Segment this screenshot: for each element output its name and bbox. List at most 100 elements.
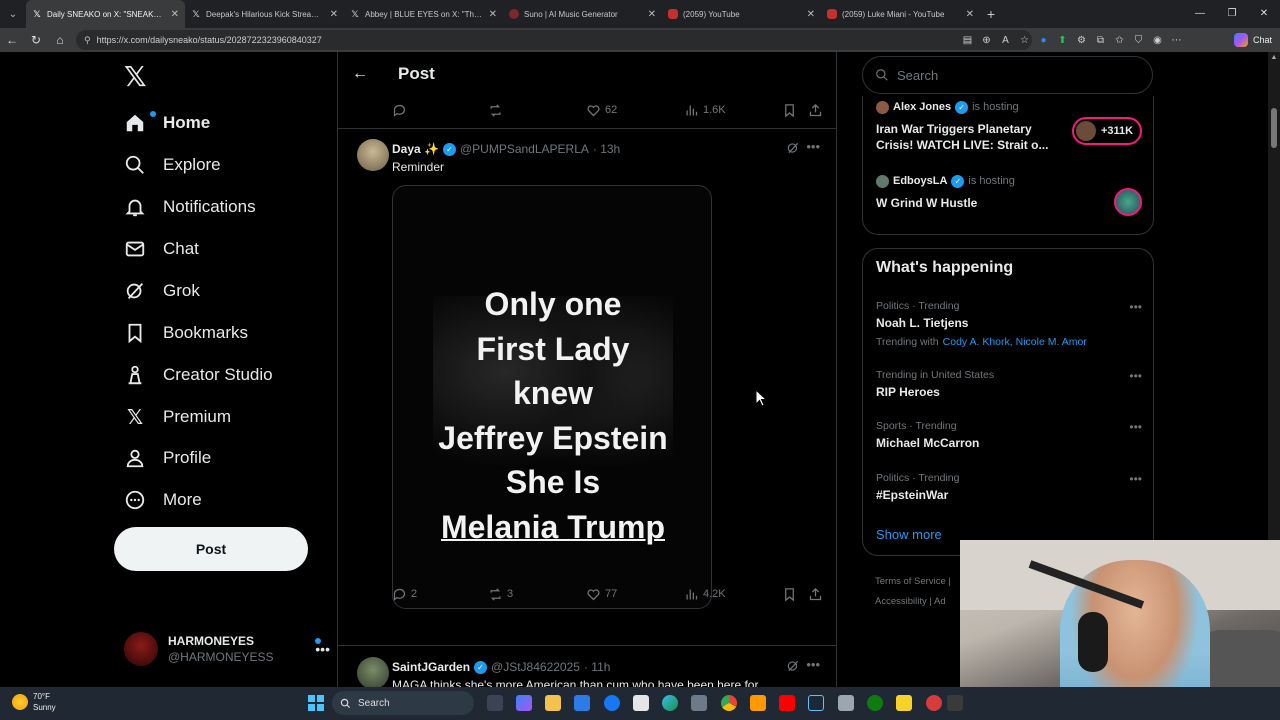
nav-item-profile[interactable]: Profile — [124, 443, 211, 473]
zoom-icon[interactable]: ⊕ — [977, 35, 996, 46]
youtube-icon[interactable] — [779, 695, 795, 711]
share-button[interactable] — [808, 584, 827, 604]
trend-item[interactable]: Politics · Trending #EpsteinWar ••• — [876, 472, 1142, 502]
browser-tab[interactable]: (2059) YouTube ✕ — [662, 0, 821, 28]
minimize-icon[interactable]: — — [1184, 0, 1216, 28]
taskbar-search[interactable]: Search — [332, 691, 474, 715]
back-arrow-icon[interactable]: ← — [352, 65, 372, 83]
reply-button[interactable]: 2 — [392, 584, 417, 604]
avatar[interactable] — [357, 139, 389, 171]
avatar[interactable] — [357, 657, 389, 687]
nav-item-bookmarks[interactable]: Bookmarks — [124, 318, 248, 348]
reader-icon[interactable]: ▤ — [958, 35, 977, 46]
calculator-icon[interactable] — [691, 695, 707, 711]
windows-start-icon[interactable] — [308, 695, 324, 711]
url-field[interactable]: ⚲ https://x.com/dailysneako/status/20287… — [76, 30, 1032, 50]
browser-tab[interactable]: 𝕏 Deepak's Hilarious Kick Streaming ✕ — [185, 0, 344, 28]
restore-icon[interactable]: ❐ — [1216, 0, 1248, 28]
close-icon[interactable]: ✕ — [807, 9, 815, 20]
scrollbar-thumb[interactable] — [1271, 108, 1277, 148]
grok-icon[interactable] — [786, 659, 800, 673]
browser-tab[interactable]: Suno | AI Music Generator ✕ — [503, 0, 662, 28]
nav-item-grok[interactable]: Grok — [124, 276, 200, 306]
refresh-icon[interactable]: ↻ — [24, 33, 48, 47]
nav-item-premium[interactable]: 𝕏 Premium — [124, 402, 231, 432]
sticky-notes-icon[interactable] — [896, 695, 912, 711]
edge-icon[interactable] — [662, 695, 678, 711]
more-icon[interactable]: ••• — [1129, 300, 1142, 314]
close-icon[interactable]: ✕ — [648, 9, 656, 20]
reply-button[interactable] — [392, 100, 411, 120]
nav-item-chat[interactable]: Chat — [124, 234, 199, 264]
more-icon[interactable]: ••• — [1129, 420, 1142, 434]
favorite-icon[interactable]: ☆ — [1015, 35, 1034, 46]
more-icon[interactable]: ••• — [1129, 369, 1142, 383]
chrome-icon[interactable] — [721, 695, 737, 711]
share-button[interactable] — [808, 100, 827, 120]
nav-item-explore[interactable]: Explore — [124, 150, 221, 180]
amazon-icon[interactable] — [633, 695, 649, 711]
split-screen-icon[interactable]: ⧉ — [1091, 35, 1110, 46]
nav-item-more[interactable]: More — [124, 485, 202, 515]
scroll-up-icon[interactable]: ▲ — [1270, 54, 1278, 61]
trend-item[interactable]: Trending in United States RIP Heroes ••• — [876, 369, 1142, 399]
settings-more-icon[interactable]: ⋯ — [1167, 35, 1186, 46]
favorites-bar-icon[interactable]: ✩ — [1110, 35, 1129, 46]
app-icon[interactable] — [947, 695, 963, 711]
extension-icon[interactable]: ⬆ — [1053, 35, 1072, 46]
author-handle[interactable]: @JStJ84622025 — [491, 660, 580, 674]
close-window-icon[interactable]: ✕ — [1248, 0, 1280, 28]
profile-icon[interactable]: ◉ — [1148, 35, 1167, 46]
browser-tab[interactable]: 𝕏 Abbey | BLUE EYES on X: "The Pizz ✕ — [344, 0, 503, 28]
tweet-image[interactable]: Only one First Lady knew Jeffrey Epstein… — [392, 185, 712, 609]
account-switcher[interactable]: HARMONEYES @HARMONEYESS ••• — [124, 630, 334, 668]
views-button[interactable]: 4.2K — [684, 584, 726, 604]
show-more-link[interactable]: Show more — [876, 527, 942, 542]
extension-icon[interactable]: ● — [1034, 35, 1053, 46]
nav-item-notifications[interactable]: Notifications — [124, 192, 256, 222]
new-tab-icon[interactable]: + — [980, 6, 1002, 22]
settings-icon[interactable] — [838, 695, 854, 711]
space-item[interactable]: Alex Jones ✓ is hosting Iran War Trigger… — [876, 100, 1142, 153]
related-trend-link[interactable]: Cody A. Khork, Nicole M. Amor — [943, 336, 1087, 348]
author-name[interactable]: SaintJGarden — [392, 660, 470, 674]
author-name[interactable]: Daya ✨ — [392, 142, 439, 156]
weather-widget[interactable]: 70°F Sunny — [12, 691, 56, 713]
task-view-icon[interactable] — [487, 695, 503, 711]
space-item[interactable]: EdboysLA ✓ is hosting W Grind W Hustle — [876, 174, 1142, 216]
author-handle[interactable]: @PUMPSandLAPERLA — [460, 142, 589, 156]
post-button[interactable]: Post — [114, 527, 308, 571]
bookmark-button[interactable] — [782, 584, 801, 604]
more-icon[interactable]: ••• — [1129, 472, 1142, 486]
like-button[interactable]: 77 — [586, 584, 617, 604]
trend-item[interactable]: Politics · Trending Noah L. Tietjens Tre… — [876, 300, 1142, 348]
more-icon[interactable]: ••• — [806, 139, 820, 154]
ads-link[interactable]: Ad — [934, 596, 946, 607]
grok-icon[interactable] — [786, 141, 800, 155]
site-info-icon[interactable]: ⚲ — [84, 35, 91, 46]
browser-tab[interactable]: 𝕏 Daily SNEAKO on X: "SNEAKO says ✕ — [26, 0, 185, 28]
nav-item-creator-studio[interactable]: Creator Studio — [124, 360, 273, 390]
search-input[interactable]: Search — [862, 56, 1153, 94]
x-logo-icon[interactable]: 𝕏 — [124, 62, 150, 92]
tweet-time[interactable]: · 13h — [593, 142, 620, 156]
copilot-icon[interactable] — [516, 695, 532, 711]
more-icon[interactable]: ••• — [806, 657, 820, 672]
bookmark-button[interactable] — [782, 100, 801, 120]
back-icon[interactable]: ← — [0, 33, 24, 47]
xbox-icon[interactable] — [867, 695, 883, 711]
repost-button[interactable]: 3 — [488, 584, 513, 604]
facebook-icon[interactable] — [604, 695, 620, 711]
browser-tab[interactable]: (2059) Luke Miani - YouTube ✕ — [821, 0, 980, 28]
nav-item-home[interactable]: Home — [124, 108, 210, 138]
amazon-app-icon[interactable] — [750, 695, 766, 711]
steam-icon[interactable] — [808, 695, 824, 711]
read-aloud-icon[interactable]: A — [996, 35, 1015, 46]
terms-link[interactable]: Terms of Service — [875, 576, 946, 587]
close-icon[interactable]: ✕ — [966, 9, 974, 20]
tweet-time[interactable]: · 11h — [584, 660, 610, 674]
reply-tweet[interactable]: SaintJGarden ✓ @JStJ84622025 · 11h ••• M… — [338, 657, 836, 687]
store-icon[interactable] — [574, 695, 590, 711]
repost-button[interactable] — [488, 100, 507, 120]
accessibility-link[interactable]: Accessibility — [875, 596, 927, 607]
